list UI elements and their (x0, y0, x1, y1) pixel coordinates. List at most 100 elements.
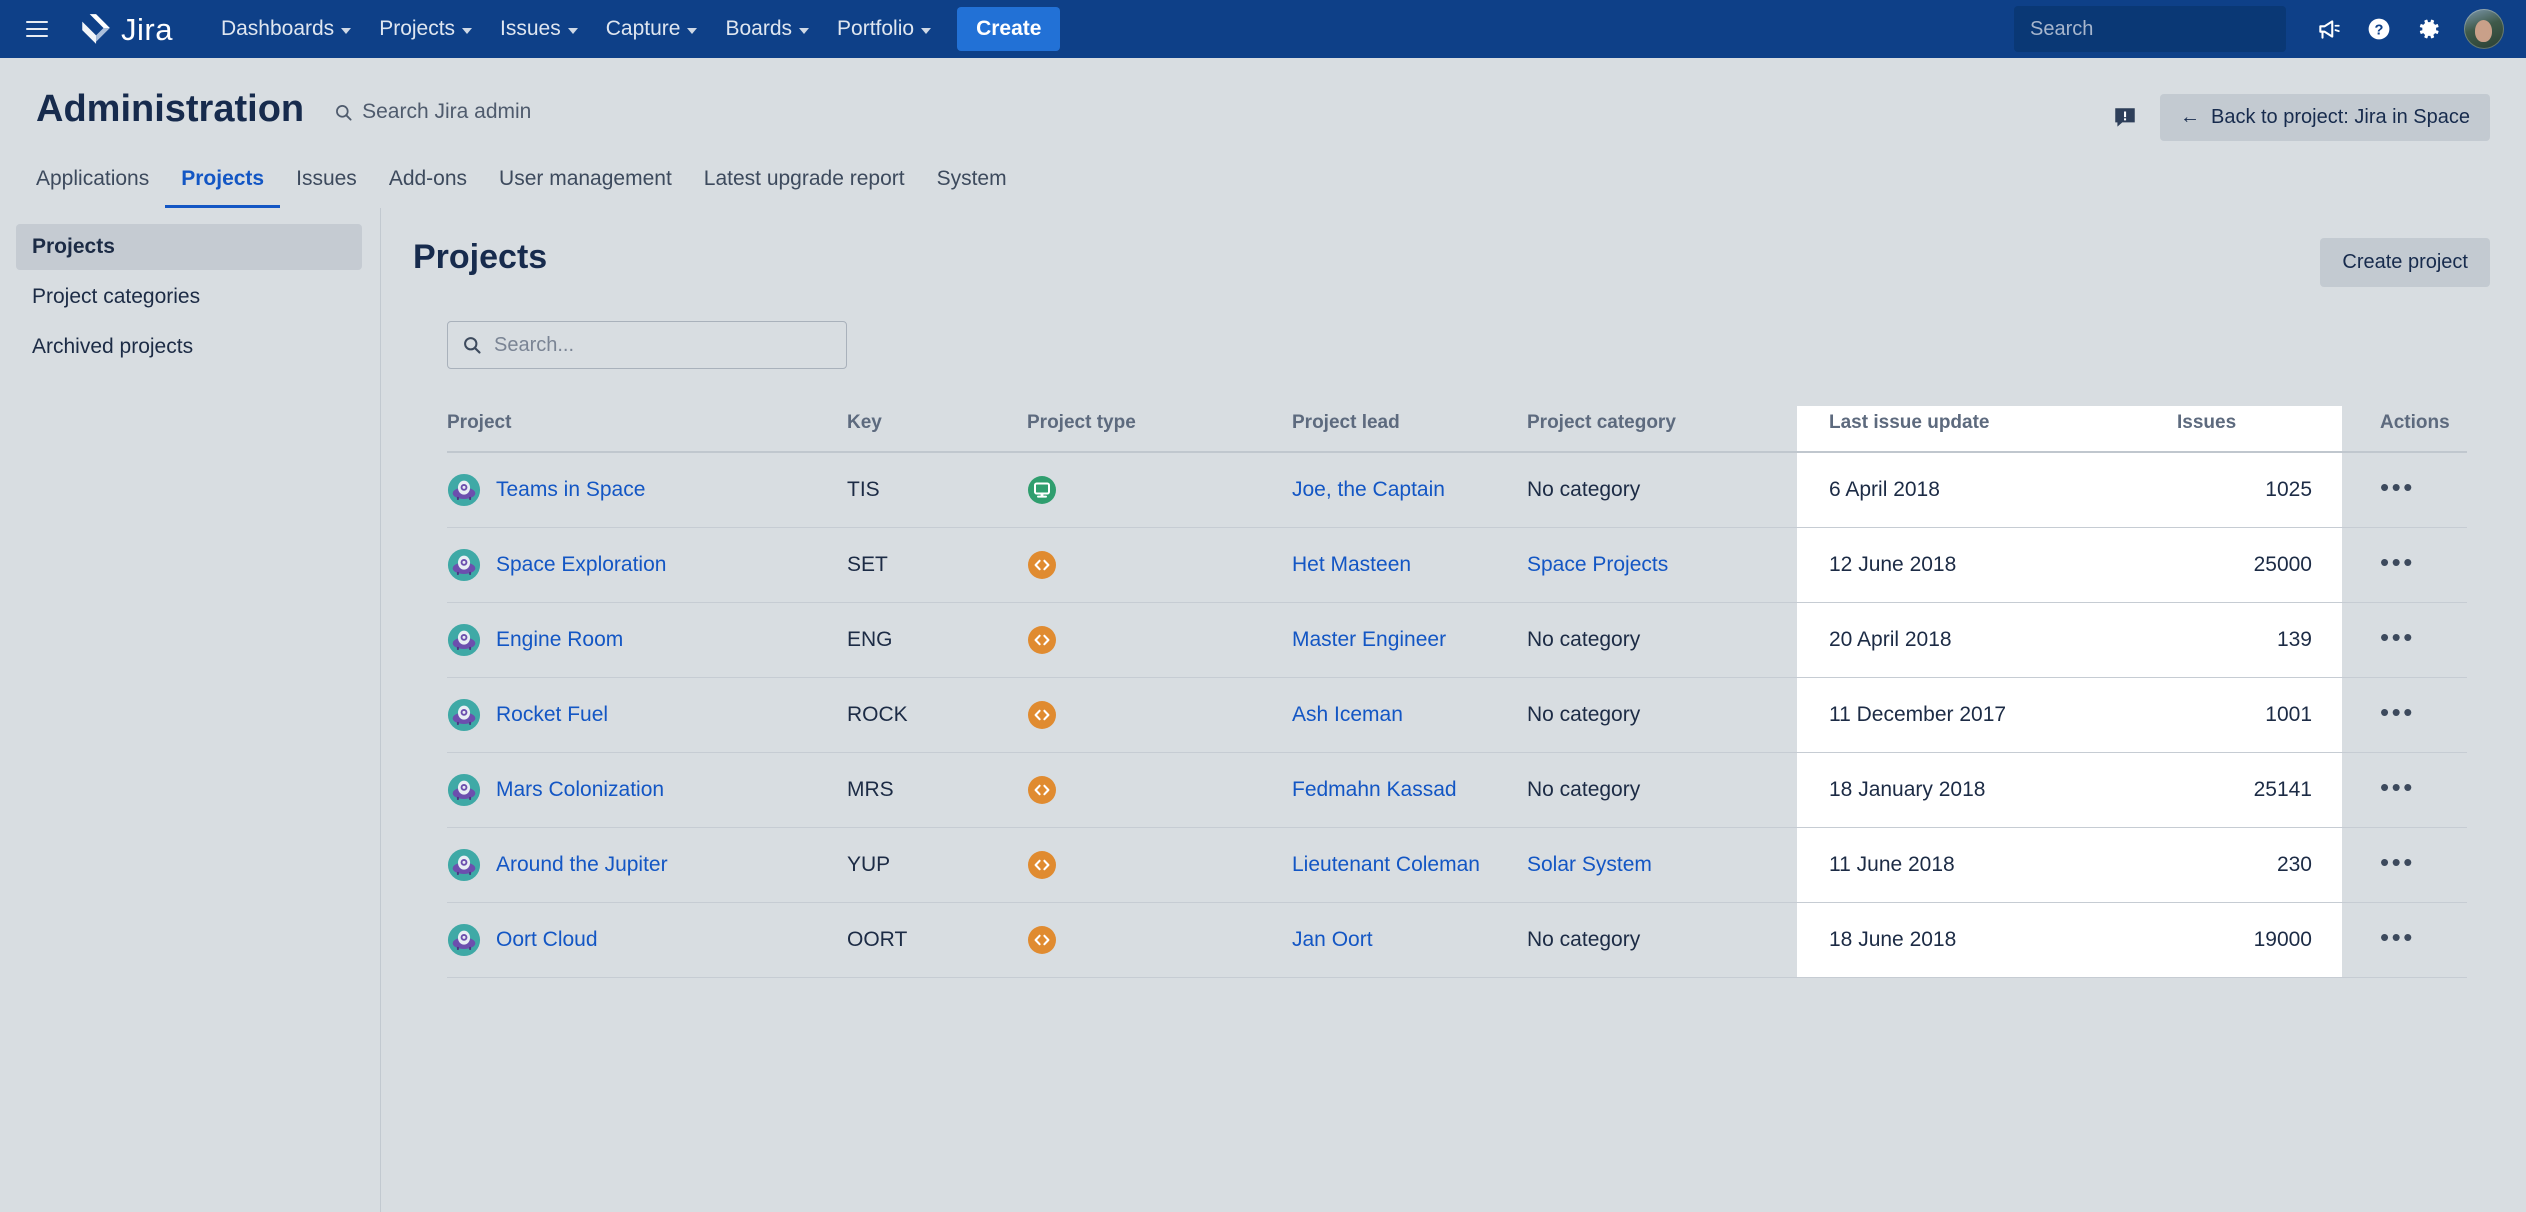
row-actions-menu-button[interactable]: ••• (2380, 622, 2415, 652)
project-cell: Around the Jupiter (447, 848, 847, 882)
column-header-project[interactable]: Project (447, 406, 847, 453)
project-category-link[interactable]: Solar System (1527, 853, 1652, 876)
projects-table-wrapper: Project Key Project type Project lead Pr… (447, 406, 2490, 978)
project-lead-link[interactable]: Joe, the Captain (1292, 478, 1445, 501)
project-lead-link[interactable]: Jan Oort (1292, 928, 1373, 951)
page-title-projects: Projects (413, 238, 548, 276)
cell-issues: 1001 (2177, 677, 2342, 753)
project-type-software-icon (1028, 626, 1056, 654)
tab-projects[interactable]: Projects (165, 163, 281, 208)
help-button[interactable]: ? (2356, 6, 2402, 52)
cell-project-lead: Ash Iceman (1292, 677, 1527, 753)
project-cell: Engine Room (447, 623, 847, 657)
project-cell: Oort Cloud (447, 923, 847, 957)
tab-issues[interactable]: Issues (280, 163, 373, 208)
project-search-input[interactable] (494, 333, 832, 357)
megaphone-icon (2319, 20, 2340, 39)
create-project-button[interactable]: Create project (2320, 238, 2490, 287)
column-header-project-type[interactable]: Project type (1027, 406, 1292, 453)
cell-key: OORT (847, 902, 1027, 978)
global-search-box[interactable] (2014, 6, 2295, 52)
row-actions-menu-button[interactable]: ••• (2380, 922, 2415, 952)
project-name-link[interactable]: Mars Colonization (496, 778, 664, 802)
nav-item-issues[interactable]: Issues (486, 8, 592, 50)
back-arrow-icon: ← (2179, 106, 2200, 128)
global-search-input[interactable] (2030, 17, 2295, 41)
column-header-issues[interactable]: Issues (2177, 406, 2342, 453)
project-name-link[interactable]: Rocket Fuel (496, 703, 608, 727)
column-header-last-issue-update[interactable]: Last issue update (1797, 406, 2177, 453)
cell-last-issue-update: 12 June 2018 (1797, 527, 2177, 603)
admin-search-link[interactable]: Search Jira admin (334, 84, 531, 124)
cell-project-lead: Het Masteen (1292, 527, 1527, 603)
project-name-link[interactable]: Oort Cloud (496, 928, 598, 952)
row-actions-menu-button[interactable]: ••• (2380, 472, 2415, 502)
project-avatar-icon (447, 773, 481, 807)
row-actions-menu-button[interactable]: ••• (2380, 847, 2415, 877)
cell-project-category: No category (1527, 752, 1797, 828)
gear-icon (2419, 19, 2439, 39)
project-name-link[interactable]: Around the Jupiter (496, 853, 668, 877)
cell-project-lead: Jan Oort (1292, 902, 1527, 978)
sidebar-item-archived-projects[interactable]: Archived projects (16, 324, 362, 370)
cell-project: Around the Jupiter (447, 827, 847, 903)
help-icon: ? (2368, 18, 2390, 40)
project-name-link[interactable]: Space Exploration (496, 553, 666, 577)
table-row: Oort Cloud OORT Jan Oort No category 18 June… (447, 902, 2467, 978)
column-header-project-category[interactable]: Project category (1527, 406, 1797, 453)
sidebar-item-project-categories[interactable]: Project categories (16, 274, 362, 320)
column-header-project-lead[interactable]: Project lead (1292, 406, 1527, 453)
project-search-box[interactable] (447, 321, 847, 369)
column-header-key[interactable]: Key (847, 406, 1027, 453)
row-actions-menu-button[interactable]: ••• (2380, 772, 2415, 802)
project-name-link[interactable]: Engine Room (496, 628, 623, 652)
jira-wordmark: Jira (121, 11, 173, 47)
tab-user-management[interactable]: User management (483, 163, 688, 208)
row-actions-menu-button[interactable]: ••• (2380, 697, 2415, 727)
cell-project: Oort Cloud (447, 902, 847, 978)
project-category-text: No category (1527, 928, 1641, 951)
top-navigation-bar: Jira Dashboards Projects Issues Capture … (0, 0, 2526, 58)
user-avatar[interactable] (2464, 9, 2504, 49)
row-actions-menu-button[interactable]: ••• (2380, 547, 2415, 577)
projects-table-body: Teams in Space TIS Joe, the Captain No cate… (447, 452, 2467, 978)
hamburger-menu-icon[interactable] (26, 14, 56, 44)
feedback-icon[interactable] (2112, 105, 2138, 131)
create-button[interactable]: Create (957, 7, 1061, 51)
jira-logo[interactable]: Jira (78, 12, 173, 46)
nav-item-boards[interactable]: Boards (711, 8, 823, 50)
back-to-project-button[interactable]: ← Back to project: Jira in Space (2159, 94, 2490, 141)
nav-label: Issues (500, 17, 561, 40)
project-lead-link[interactable]: Fedmahn Kassad (1292, 778, 1457, 801)
project-lead-link[interactable]: Ash Iceman (1292, 703, 1403, 726)
nav-label: Portfolio (837, 17, 915, 40)
nav-item-portfolio[interactable]: Portfolio (823, 8, 945, 50)
project-category-link[interactable]: Space Projects (1527, 553, 1668, 576)
nav-item-projects[interactable]: Projects (365, 8, 486, 50)
cell-project-type (1027, 677, 1292, 753)
admin-tab-bar: Applications Projects Issues Add-ons Use… (0, 141, 2526, 208)
sidebar-item-projects[interactable]: Projects (16, 224, 362, 270)
cell-actions: ••• (2342, 752, 2467, 828)
chevron-down-icon (799, 27, 810, 34)
table-row: Engine Room ENG Master Engineer No category… (447, 602, 2467, 678)
announcements-button[interactable] (2306, 6, 2352, 52)
project-name-link[interactable]: Teams in Space (496, 478, 645, 502)
project-lead-link[interactable]: Het Masteen (1292, 553, 1411, 576)
cell-key: YUP (847, 827, 1027, 903)
column-header-actions: Actions (2342, 406, 2467, 453)
project-avatar-icon (447, 548, 481, 582)
nav-item-capture[interactable]: Capture (592, 8, 712, 50)
project-avatar-icon (447, 698, 481, 732)
cell-last-issue-update: 18 January 2018 (1797, 752, 2177, 828)
tab-applications[interactable]: Applications (36, 163, 165, 208)
cell-project-category: Solar System (1527, 827, 1797, 903)
project-lead-link[interactable]: Master Engineer (1292, 628, 1446, 651)
nav-item-dashboards[interactable]: Dashboards (207, 8, 365, 50)
tab-add-ons[interactable]: Add-ons (373, 163, 483, 208)
tab-latest-upgrade-report[interactable]: Latest upgrade report (688, 163, 921, 208)
tab-system[interactable]: System (921, 163, 1023, 208)
project-cell: Space Exploration (447, 548, 847, 582)
project-lead-link[interactable]: Lieutenant Coleman (1292, 853, 1480, 876)
settings-button[interactable] (2406, 6, 2452, 52)
